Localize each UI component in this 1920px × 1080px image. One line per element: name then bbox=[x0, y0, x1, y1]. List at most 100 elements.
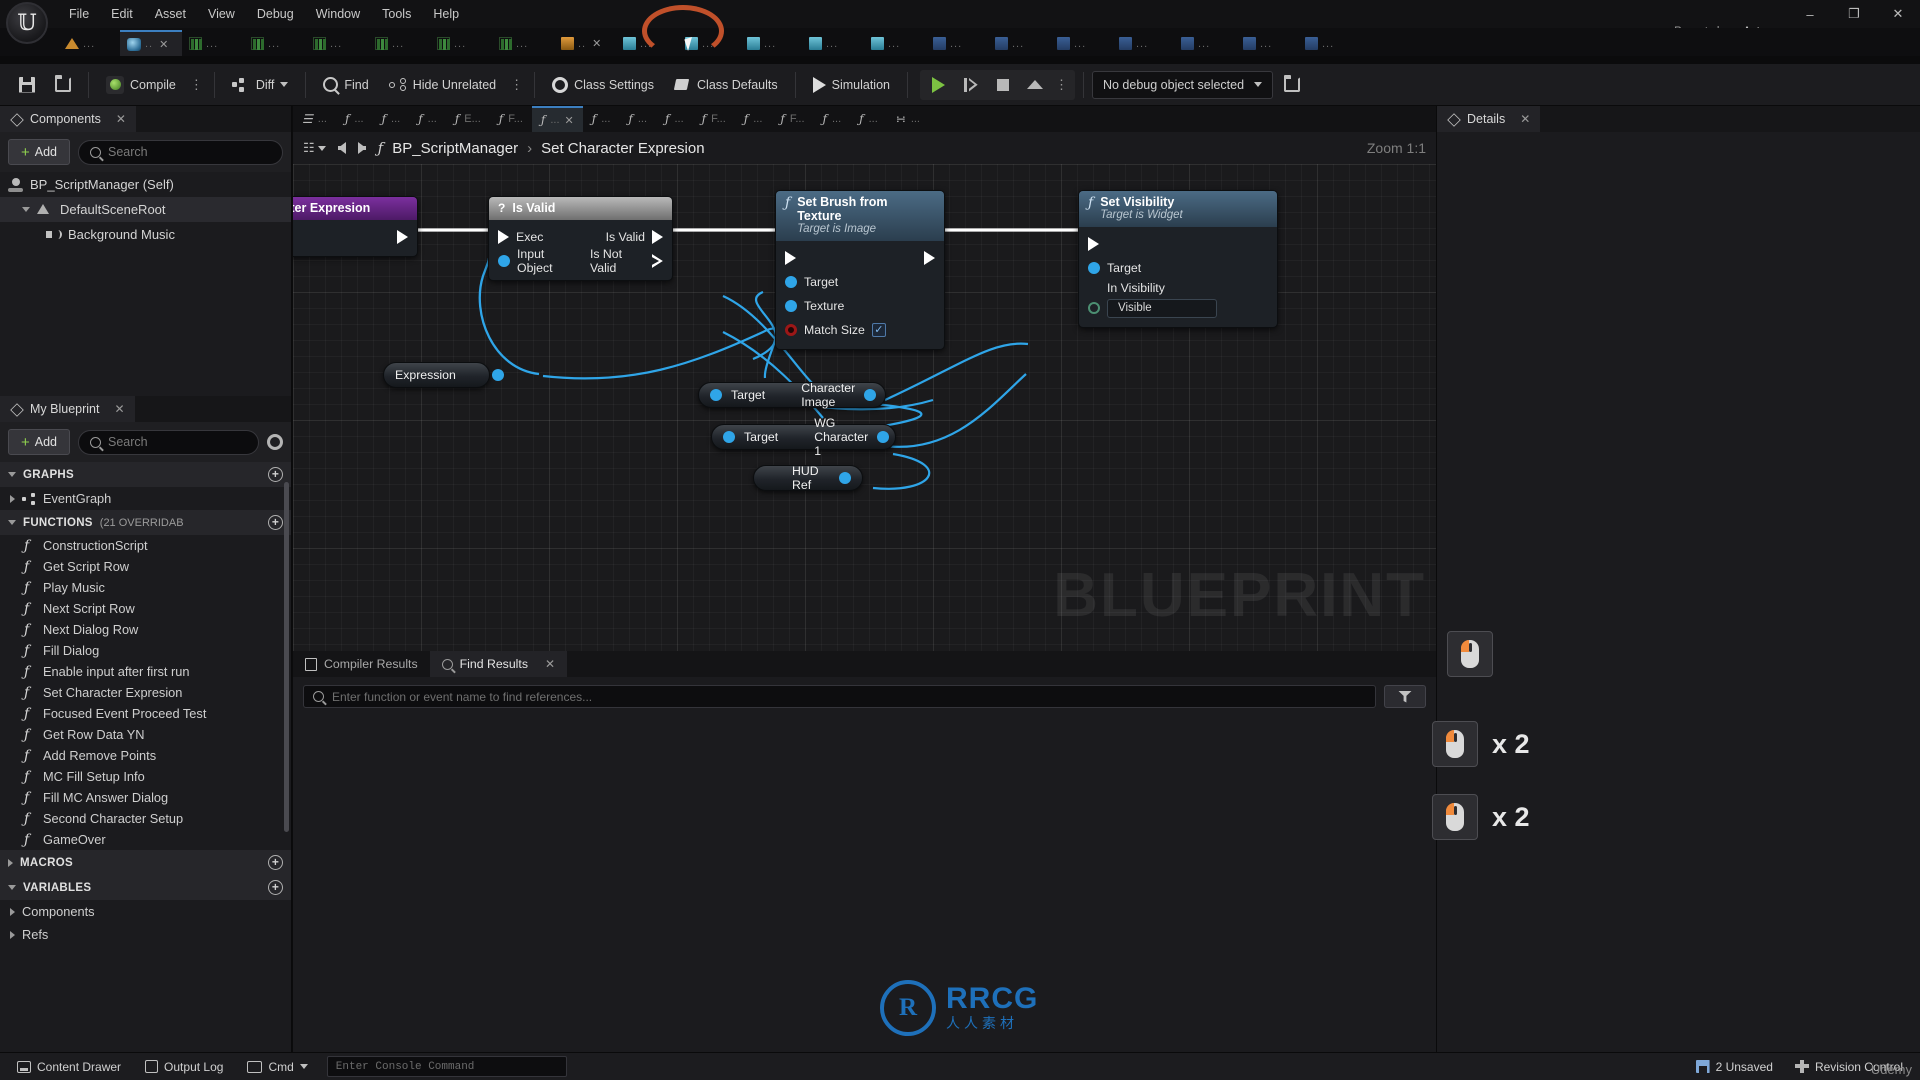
menu-item-asset[interactable]: Asset bbox=[144, 1, 197, 27]
asset-tab[interactable]: ... bbox=[740, 30, 802, 56]
asset-tab[interactable]: ... bbox=[1298, 30, 1360, 56]
debug-filter-button[interactable] bbox=[1275, 70, 1309, 100]
asset-tab[interactable]: ... bbox=[58, 30, 120, 56]
visibility-dropdown[interactable]: Visible bbox=[1107, 298, 1217, 318]
close-icon[interactable]: ✕ bbox=[116, 112, 126, 126]
asset-tab[interactable]: ... bbox=[616, 30, 678, 56]
asset-tab[interactable]: ... bbox=[244, 30, 306, 56]
asset-tab[interactable]: ... bbox=[1236, 30, 1298, 56]
object-pin-icon[interactable] bbox=[839, 472, 851, 484]
menu-item-file[interactable]: File bbox=[58, 1, 100, 27]
asset-tab[interactable]: ... bbox=[864, 30, 926, 56]
chevron-down-icon[interactable] bbox=[22, 207, 30, 212]
object-pin-icon[interactable] bbox=[785, 300, 797, 312]
exec-pin-icon[interactable] bbox=[1088, 237, 1099, 251]
function-item-get-script-row[interactable]: ƒ Get Script Row bbox=[0, 556, 291, 577]
object-pin-icon[interactable] bbox=[491, 369, 504, 381]
asset-tab[interactable]: ... bbox=[1174, 30, 1236, 56]
graph-canvas[interactable]: BLUEPRINT Character Expresion ? bbox=[293, 164, 1436, 651]
menu-item-tools[interactable]: Tools bbox=[371, 1, 422, 27]
function-item-second-character-setup[interactable]: ƒ Second Character Setup bbox=[0, 808, 291, 829]
debug-object-dropdown[interactable]: No debug object selected bbox=[1091, 70, 1274, 99]
pin-row-exec[interactable] bbox=[776, 246, 944, 270]
node-character-expresion[interactable]: Character Expresion bbox=[293, 196, 418, 257]
class-defaults-button[interactable]: Class Defaults bbox=[665, 70, 787, 100]
browse-button[interactable] bbox=[46, 70, 80, 100]
graph-tab-strip[interactable]: ☰... ƒ... ƒ... ƒ... ƒ E... ƒ F... ƒ... ✕ ƒ.… bbox=[293, 106, 1436, 132]
function-item-focused-event-proceed-test[interactable]: ƒ Focused Event Proceed Test bbox=[0, 703, 291, 724]
forward-button[interactable] bbox=[357, 142, 366, 154]
object-pin-icon[interactable] bbox=[864, 389, 877, 401]
chevron-right-icon[interactable] bbox=[10, 907, 15, 916]
add-macro-button[interactable]: + bbox=[268, 855, 283, 870]
asset-tab[interactable]: ... bbox=[1050, 30, 1112, 56]
function-item-set-character-expresion[interactable]: ƒ Set Character Expresion bbox=[0, 682, 291, 703]
exec-pin-icon[interactable] bbox=[397, 230, 408, 244]
asset-tab-strip[interactable]: ... .. ✕ ... ... ... ... ... ... .. ✕ ... … bbox=[0, 28, 1920, 56]
match-size-checkbox[interactable]: ✓ bbox=[871, 323, 886, 337]
variable-category-refs[interactable]: Refs bbox=[0, 923, 291, 946]
exec-pin-icon[interactable] bbox=[924, 251, 935, 265]
content-drawer-button[interactable]: Content Drawer bbox=[8, 1056, 130, 1078]
hide-unrelated-kebab[interactable]: ⋮ bbox=[507, 77, 526, 93]
node-is-valid[interactable]: ? Is Valid Exec Is Valid Input Object Is… bbox=[488, 196, 673, 281]
asset-tab[interactable]: .. ✕ bbox=[554, 30, 616, 56]
enum-pin-icon[interactable] bbox=[1088, 302, 1100, 314]
exec-pin-icon[interactable] bbox=[652, 230, 663, 244]
function-item-get-row-data-yn[interactable]: ƒ Get Row Data YN bbox=[0, 724, 291, 745]
section-variables[interactable]: VARIABLES + bbox=[0, 875, 291, 900]
graph-tab[interactable]: ƒ... bbox=[336, 106, 373, 132]
chevron-right-icon[interactable] bbox=[10, 930, 15, 939]
asset-tab[interactable]: ... bbox=[492, 30, 554, 56]
find-filter-button[interactable] bbox=[1384, 685, 1426, 708]
object-pin-icon[interactable] bbox=[785, 276, 797, 288]
tab-details[interactable]: Details ✕ bbox=[1437, 106, 1541, 132]
graph-tab[interactable]: ƒ... bbox=[735, 106, 772, 132]
object-pin-icon[interactable] bbox=[877, 431, 890, 443]
section-graphs[interactable]: GRAPHS + bbox=[0, 462, 291, 487]
compile-options-kebab[interactable]: ⋮ bbox=[187, 77, 206, 93]
simulation-button[interactable]: Simulation bbox=[804, 70, 899, 100]
asset-tab[interactable]: ... bbox=[988, 30, 1050, 56]
asset-tab[interactable]: ... bbox=[926, 30, 988, 56]
section-macros[interactable]: MACROS + bbox=[0, 850, 291, 875]
tab-components[interactable]: Components ✕ bbox=[0, 106, 136, 132]
add-variable-button[interactable]: + bbox=[268, 880, 283, 895]
my-blueprint-scrollbar[interactable] bbox=[284, 482, 289, 832]
pin-row-target[interactable]: Target bbox=[776, 270, 944, 294]
breadcrumb-current[interactable]: Set Character Expresion bbox=[541, 140, 704, 157]
gear-icon[interactable] bbox=[267, 434, 283, 450]
close-button[interactable]: ✕ bbox=[1876, 0, 1920, 28]
menu-item-debug[interactable]: Debug bbox=[246, 1, 305, 27]
graph-view-options-button[interactable]: ☷ bbox=[303, 140, 326, 156]
unreal-engine-logo-icon[interactable]: 𝕌 bbox=[6, 2, 48, 44]
close-icon[interactable]: ✕ bbox=[592, 37, 601, 50]
hide-unrelated-button[interactable]: Hide Unrelated bbox=[380, 70, 505, 100]
components-add-button[interactable]: + Add bbox=[8, 139, 71, 165]
console-command-input[interactable]: Enter Console Command bbox=[326, 1056, 567, 1077]
close-icon[interactable]: ✕ bbox=[1520, 112, 1530, 126]
component-row-self[interactable]: BP_ScriptManager (Self) bbox=[0, 172, 291, 197]
function-item-add-remove-points[interactable]: ƒ Add Remove Points bbox=[0, 745, 291, 766]
save-button[interactable] bbox=[10, 70, 44, 100]
asset-tab[interactable]: ... bbox=[368, 30, 430, 56]
breadcrumb-root[interactable]: BP_ScriptManager bbox=[392, 140, 518, 157]
close-icon[interactable]: ✕ bbox=[159, 38, 168, 51]
graph-tab[interactable]: ƒ... bbox=[619, 106, 656, 132]
exec-pin-icon[interactable] bbox=[785, 251, 796, 265]
asset-tab[interactable]: ... bbox=[1112, 30, 1174, 56]
play-options-kebab[interactable]: ⋮ bbox=[1052, 77, 1071, 93]
object-pin-icon[interactable] bbox=[710, 389, 722, 401]
graph-tab[interactable]: ƒ... bbox=[850, 106, 887, 132]
menu-item-window[interactable]: Window bbox=[305, 1, 371, 27]
object-pin-icon[interactable] bbox=[498, 255, 510, 267]
component-row-defaultsceneroot[interactable]: DefaultSceneRoot bbox=[0, 197, 291, 222]
graph-tab[interactable]: ƒ... bbox=[656, 106, 693, 132]
asset-tab[interactable]: ... bbox=[182, 30, 244, 56]
cmd-button[interactable]: Cmd bbox=[238, 1056, 316, 1078]
compile-button[interactable]: Compile bbox=[97, 70, 185, 100]
play-button[interactable] bbox=[924, 72, 954, 98]
menu-item-view[interactable]: View bbox=[197, 1, 246, 27]
graph-tab[interactable]: ƒ F... bbox=[490, 106, 532, 132]
graph-tab[interactable]: ∺... bbox=[887, 106, 929, 132]
